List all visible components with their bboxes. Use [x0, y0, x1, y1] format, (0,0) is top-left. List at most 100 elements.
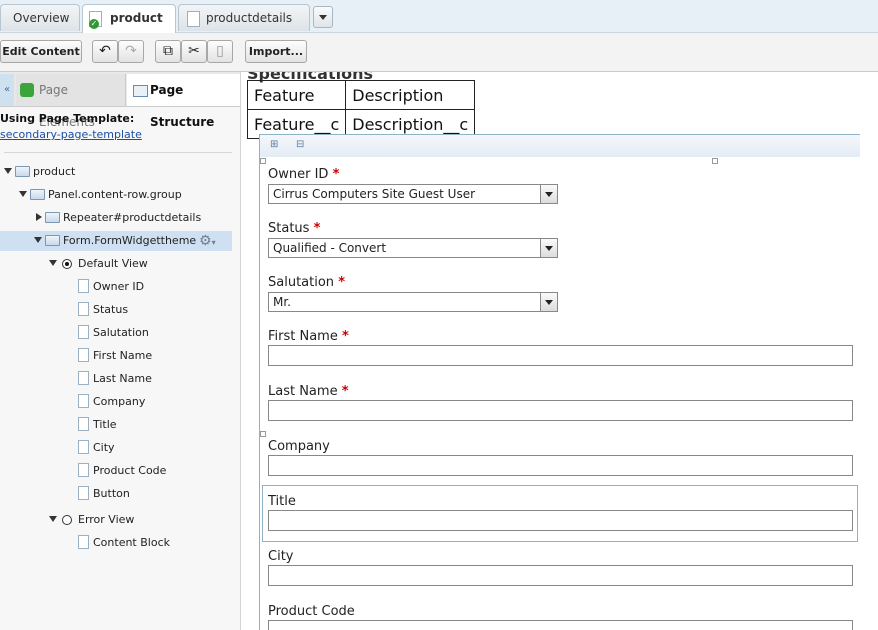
scissors-icon: ✂ — [188, 43, 200, 59]
tree-node-field[interactable]: Button — [0, 484, 232, 504]
tree-node-field[interactable]: First Name — [0, 346, 232, 366]
tab-product[interactable]: ✓ product — [82, 4, 176, 33]
tree-node-content-block[interactable]: Content Block — [0, 533, 232, 553]
chevron-down-icon — [540, 185, 557, 203]
owner-id-select[interactable]: Cirrus Computers Site Guest User — [268, 184, 558, 204]
tree-node-label: Default View — [78, 257, 148, 270]
tree-node-label: Title — [93, 418, 117, 431]
table-header-row: Feature Description — [246, 80, 476, 110]
document-icon — [78, 463, 89, 477]
tree-node-field[interactable]: Owner ID — [0, 277, 232, 297]
tree-node-field[interactable]: Product Code — [0, 461, 232, 481]
layout-icon[interactable]: ⊞ — [270, 139, 280, 150]
tree-node-label: Last Name — [93, 372, 152, 385]
tab-productdetails[interactable]: productdetails — [178, 4, 310, 31]
first-name-label: First Name * — [268, 329, 349, 344]
tree-node-form[interactable]: Form.FormWidgettheme ⚙▾ — [0, 231, 232, 251]
tree-node-label: Button — [93, 487, 130, 500]
redo-button[interactable]: ↷ — [118, 40, 144, 63]
clipboard-icon: ▯ — [216, 43, 224, 59]
folder-icon — [45, 212, 60, 223]
tab-page-elements[interactable]: Page Elements — [16, 74, 126, 129]
template-link[interactable]: secondary-page-template — [0, 128, 142, 141]
owner-id-value: Cirrus Computers Site Guest User — [273, 187, 476, 201]
tree-node-label: Form.FormWidgettheme — [63, 234, 197, 247]
form-widget-toolbar: ⊞ ⊟ — [260, 135, 860, 157]
chevron-down-icon — [540, 293, 557, 311]
hierarchy-icon[interactable]: ⊟ — [296, 139, 306, 150]
paste-button[interactable]: ▯ — [207, 40, 233, 63]
tab-overview[interactable]: Overview — [0, 4, 80, 31]
tree-node-field[interactable]: Last Name — [0, 369, 232, 389]
tree-node-field[interactable]: City — [0, 438, 232, 458]
radio-unselected-icon[interactable] — [62, 515, 72, 525]
tree-node-label: Owner ID — [93, 280, 145, 293]
chevron-down-icon — [319, 15, 327, 20]
expand-arrow-icon — [4, 168, 12, 174]
resize-handle[interactable] — [260, 431, 266, 437]
city-input[interactable] — [268, 565, 853, 586]
tab-label: Overview — [13, 11, 70, 25]
salutation-select[interactable]: Mr. — [268, 292, 558, 312]
product-code-label: Product Code — [268, 604, 355, 619]
structure-icon — [133, 85, 148, 97]
tree-node-label: Salutation — [93, 326, 149, 339]
tab-overflow-dropdown[interactable] — [313, 6, 333, 28]
undo-button[interactable]: ↶ — [92, 40, 118, 63]
document-icon — [78, 417, 89, 431]
copy-icon: ⧉ — [163, 43, 173, 59]
document-icon — [78, 486, 89, 500]
product-code-input[interactable] — [268, 620, 853, 630]
folder-icon — [15, 166, 30, 177]
document-icon — [78, 371, 89, 385]
resize-handle[interactable] — [260, 158, 266, 164]
company-label: Company — [268, 439, 330, 454]
status-value: Qualified - Convert — [273, 241, 387, 255]
tree-node-label: City — [93, 441, 115, 454]
page-icon — [187, 11, 200, 27]
title-input[interactable] — [268, 510, 853, 531]
form-widget[interactable]: ⊞ ⊟ Owner ID * Cirrus Computers Site Gue… — [259, 134, 860, 630]
expand-arrow-icon — [49, 516, 57, 522]
city-label: City — [268, 549, 294, 564]
tab-bar: Overview ✓ product productdetails — [0, 0, 878, 33]
resize-handle[interactable] — [712, 158, 718, 164]
expand-arrow-icon — [49, 260, 57, 266]
gear-icon[interactable]: ⚙▾ — [199, 231, 216, 253]
radio-selected-icon[interactable] — [62, 259, 72, 269]
collapse-arrow-icon — [36, 213, 42, 221]
collapse-panel-button[interactable]: « — [0, 74, 14, 106]
expand-arrow-icon — [34, 237, 42, 243]
tree-node-field[interactable]: Status — [0, 300, 232, 320]
status-label: Status * — [268, 221, 321, 236]
company-input[interactable] — [268, 455, 853, 476]
tree-node-field[interactable]: Title — [0, 415, 232, 435]
tree-node-panel[interactable]: Panel.content-row.group — [0, 185, 232, 205]
import-button[interactable]: Import... — [245, 40, 307, 63]
status-select[interactable]: Qualified - Convert — [268, 238, 558, 258]
puzzle-icon — [20, 83, 34, 97]
tree-node-label: Panel.content-row.group — [48, 188, 182, 201]
first-name-input[interactable] — [268, 345, 853, 366]
tab-label: product — [110, 11, 163, 25]
tree-node-label: Product Code — [93, 464, 167, 477]
tree-node-label: product — [33, 165, 76, 178]
salutation-label: Salutation * — [268, 275, 345, 290]
document-icon — [78, 535, 89, 549]
toolbar: Edit Content ↶ ↷ ⧉ ✂ ▯ Import... — [0, 33, 878, 72]
tree-node-error-view[interactable]: Error View — [0, 510, 232, 530]
salutation-value: Mr. — [273, 295, 291, 309]
tree-node-label: Company — [93, 395, 146, 408]
tree-node-repeater[interactable]: Repeater#productdetails — [0, 208, 232, 228]
cut-button[interactable]: ✂ — [181, 40, 207, 63]
tree-node-field[interactable]: Company — [0, 392, 232, 412]
tree-node-product[interactable]: product — [0, 162, 232, 182]
title-label: Title — [268, 494, 296, 509]
copy-button[interactable]: ⧉ — [155, 40, 181, 63]
tab-page-structure[interactable]: Page Structure — [127, 74, 240, 129]
last-name-input[interactable] — [268, 400, 853, 421]
tree-node-field[interactable]: Salutation — [0, 323, 232, 343]
edit-content-button[interactable]: Edit Content — [0, 40, 82, 63]
tab-label: productdetails — [206, 11, 293, 25]
tree-node-default-view[interactable]: Default View — [0, 254, 232, 274]
